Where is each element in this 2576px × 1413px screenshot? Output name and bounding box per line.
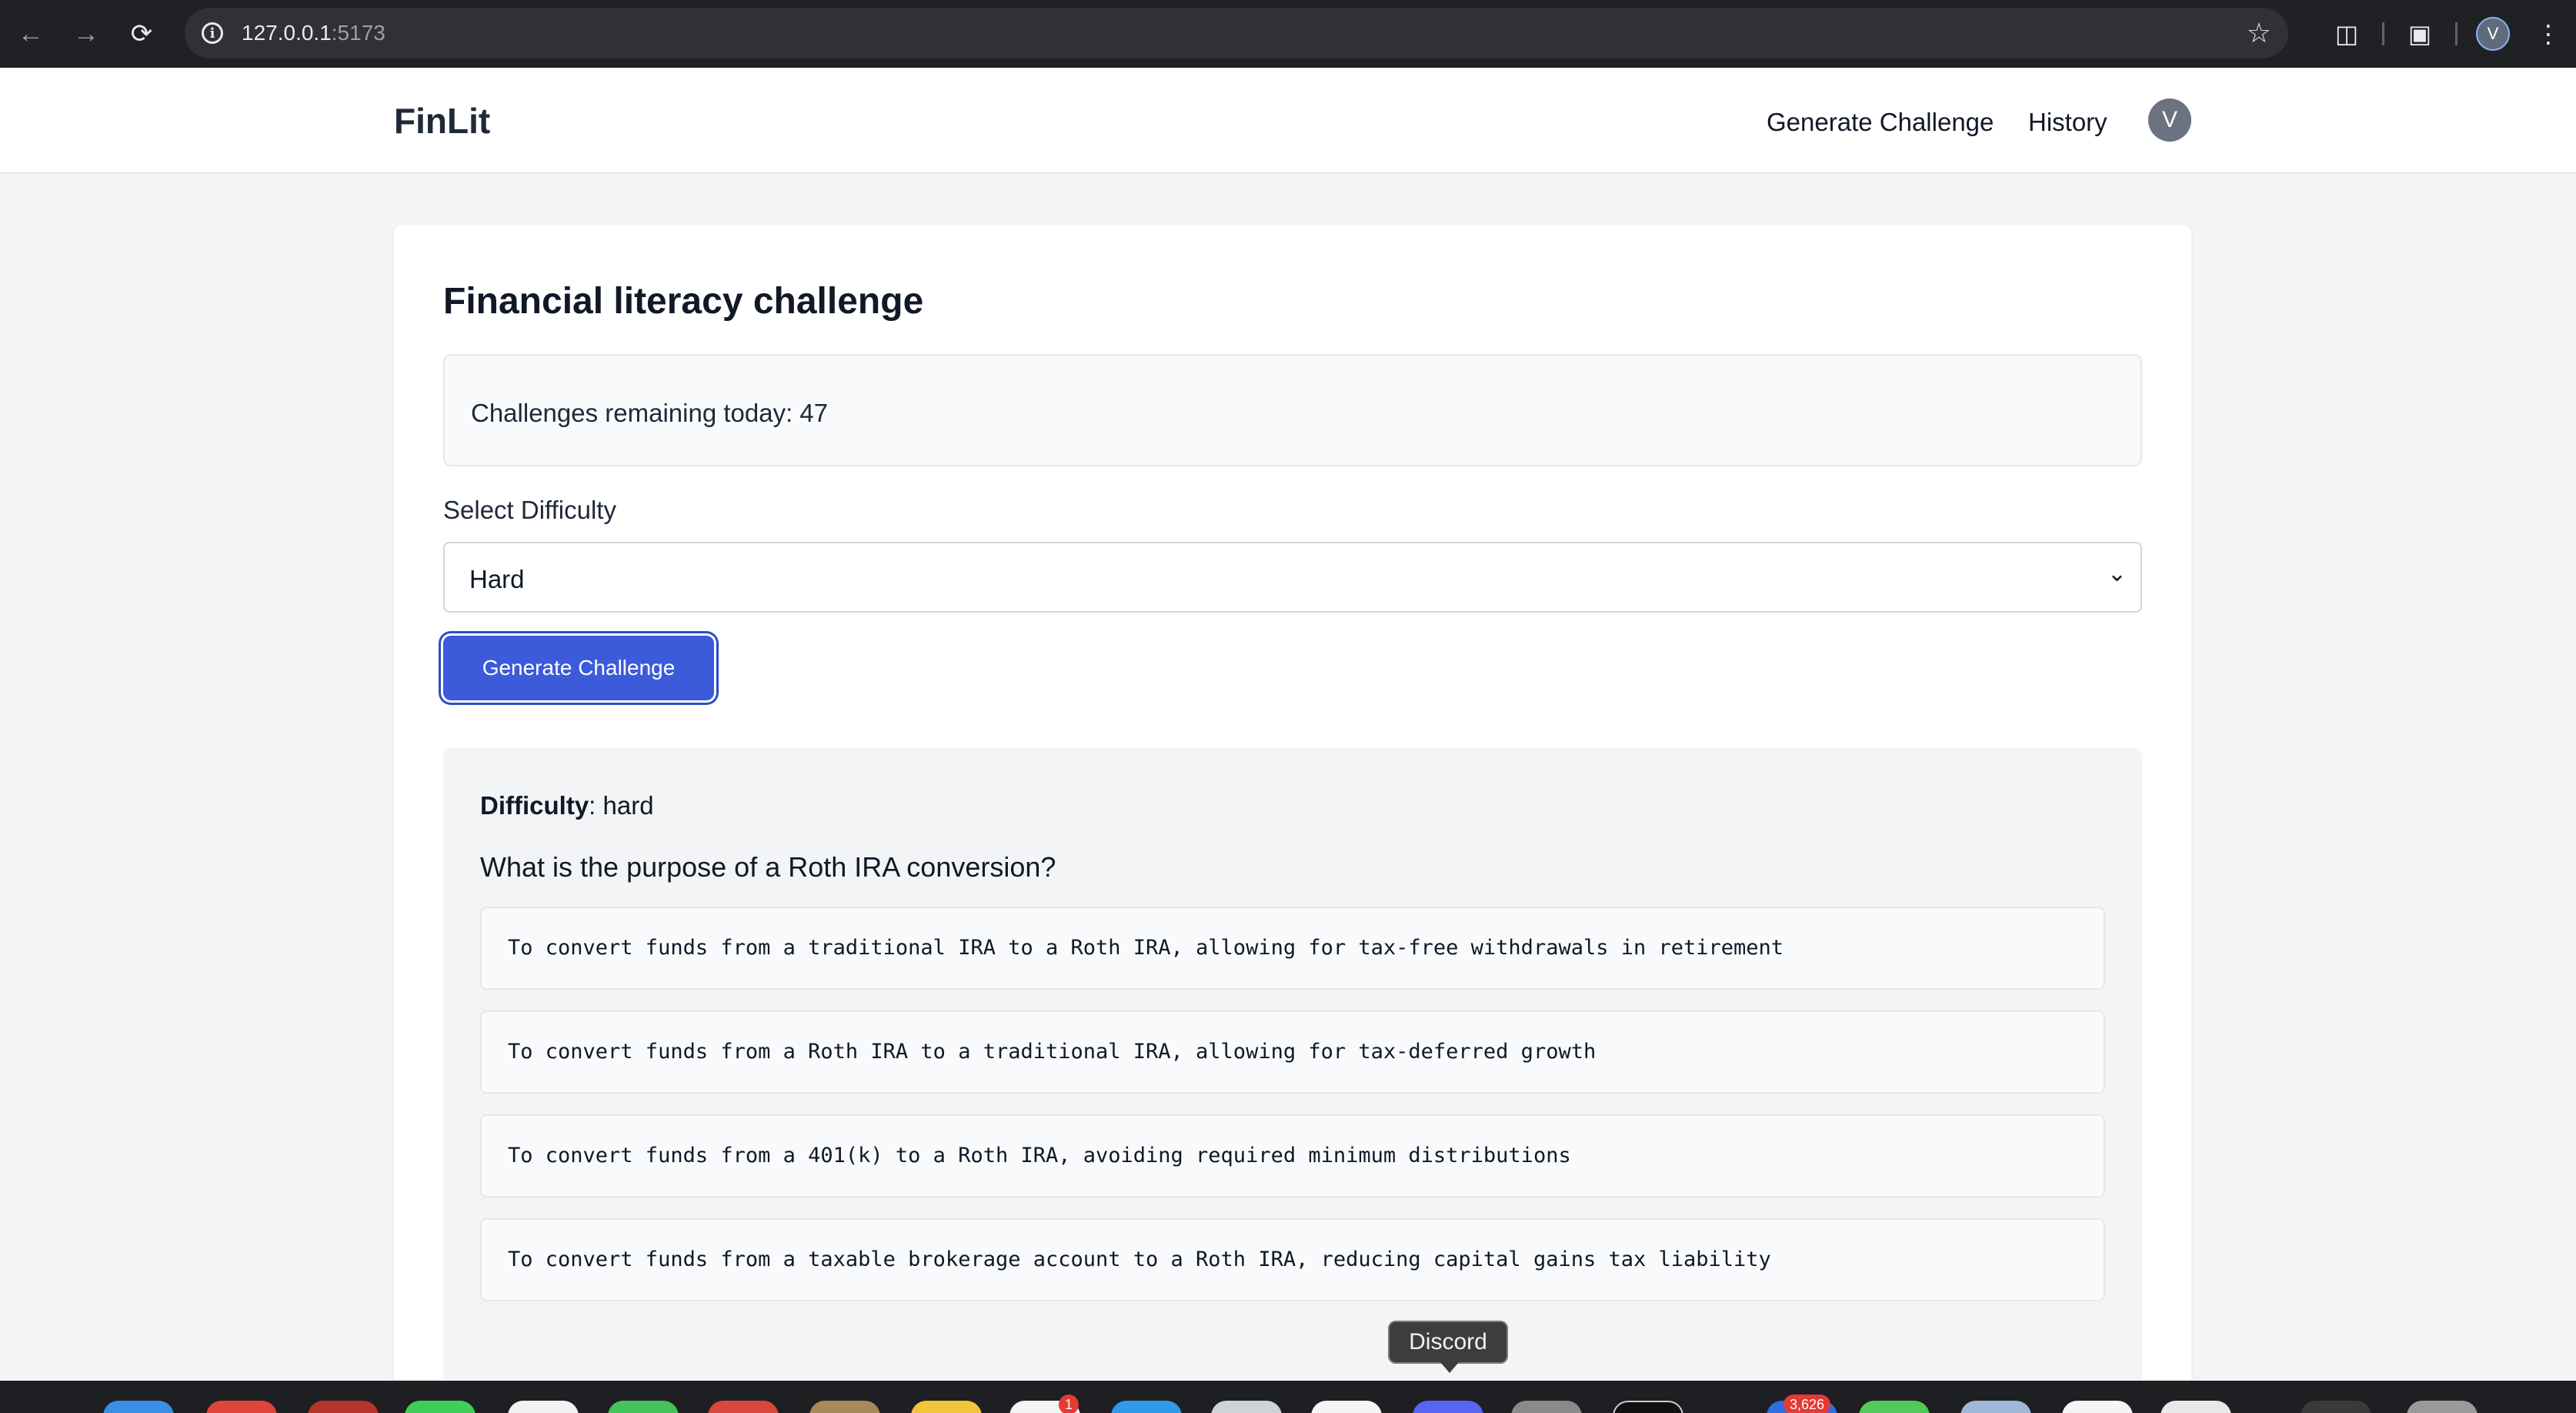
app-icon[interactable] — [508, 1401, 579, 1413]
brand-logo[interactable]: FinLit — [394, 100, 490, 142]
app-icon[interactable] — [1511, 1401, 1582, 1413]
chevron-down-icon: ⌄ — [2107, 561, 2127, 586]
notification-badge: 3,626 — [1784, 1395, 1831, 1413]
app-icon[interactable] — [1311, 1401, 1382, 1413]
extensions-icon[interactable]: ◫ — [2319, 19, 2374, 48]
address-bar[interactable]: i 127.0.0.1:5173 ☆ — [185, 8, 2288, 58]
answer-option-text: To convert funds from a 401(k) to a Roth… — [508, 1144, 1571, 1167]
difficulty-value: : hard — [589, 791, 654, 820]
difficulty-selected-value: Hard — [469, 565, 525, 593]
app-icon[interactable] — [308, 1401, 379, 1413]
challenge-difficulty: Difficulty: hard — [480, 791, 654, 820]
challenge-card: Financial literacy challenge Challenges … — [394, 225, 2191, 1395]
generate-challenge-button[interactable]: Generate Challenge — [443, 636, 714, 700]
more-menu-icon[interactable]: ⋮ — [2521, 19, 2576, 48]
browser-toolbar: ← → ⟳ i 127.0.0.1:5173 ☆ ◫ ▣ V ⋮ — [0, 0, 2576, 68]
app-icon[interactable] — [608, 1401, 679, 1413]
answer-option[interactable]: To convert funds from a 401(k) to a Roth… — [480, 1114, 2105, 1198]
user-avatar[interactable]: V — [2148, 99, 2191, 142]
dock: 1 3,626 — [0, 1381, 2576, 1413]
forward-icon[interactable]: → — [62, 9, 111, 58]
bookmark-star-icon[interactable]: ☆ — [2247, 17, 2271, 49]
difficulty-select[interactable]: Hard ⌄ — [443, 542, 2142, 613]
quota-text: Challenges remaining today: 47 — [471, 399, 829, 427]
challenge-question: What is the purpose of a Roth IRA conver… — [480, 851, 1056, 883]
toolbar-divider — [2382, 22, 2384, 45]
messages-icon[interactable] — [405, 1401, 475, 1413]
toolbar-divider — [2455, 22, 2458, 45]
finder-icon[interactable] — [103, 1401, 174, 1413]
answer-option-text: To convert funds from a Roth IRA to a tr… — [508, 1040, 1597, 1064]
discord-icon[interactable] — [1413, 1401, 1483, 1413]
app-icon[interactable] — [1960, 1401, 2031, 1413]
nav-history[interactable]: History — [2028, 108, 2107, 137]
browser-profile-avatar[interactable]: V — [2476, 17, 2510, 51]
page-title: Financial literacy challenge — [443, 281, 924, 322]
app-icon[interactable] — [2062, 1401, 2133, 1413]
nav-generate-challenge[interactable]: Generate Challenge — [1767, 108, 1994, 137]
app-icon[interactable] — [708, 1401, 779, 1413]
downloads-icon[interactable] — [2301, 1401, 2371, 1413]
app-icon[interactable] — [1111, 1401, 1182, 1413]
url-text[interactable]: 127.0.0.1:5173 — [242, 21, 385, 45]
app-icon[interactable] — [206, 1401, 277, 1413]
difficulty-label: Select Difficulty — [443, 496, 616, 524]
answer-option-text: To convert funds from a taxable brokerag… — [508, 1248, 1771, 1271]
quota-panel: Challenges remaining today: 47 — [443, 354, 2142, 466]
app-icon[interactable] — [1859, 1401, 1930, 1413]
answer-option-text: To convert funds from a traditional IRA … — [508, 936, 1784, 960]
site-info-icon[interactable]: i — [202, 22, 223, 44]
notes-icon[interactable] — [911, 1401, 982, 1413]
reload-icon[interactable]: ⟳ — [117, 9, 166, 58]
difficulty-key: Difficulty — [480, 791, 589, 820]
terminal-icon[interactable] — [1613, 1401, 1683, 1413]
app-header: FinLit Generate Challenge History V — [0, 68, 2576, 174]
answer-option[interactable]: To convert funds from a traditional IRA … — [480, 907, 2105, 990]
back-icon[interactable]: ← — [6, 9, 55, 58]
answer-option[interactable]: To convert funds from a Roth IRA to a tr… — [480, 1010, 2105, 1094]
trash-icon[interactable] — [2407, 1401, 2478, 1413]
dock-tooltip: Discord — [1388, 1321, 1508, 1373]
challenge-panel: Difficulty: hard What is the purpose of … — [443, 748, 2142, 1395]
notification-badge: 1 — [1059, 1395, 1079, 1413]
app-icon[interactable] — [809, 1401, 880, 1413]
answer-option[interactable]: To convert funds from a taxable brokerag… — [480, 1218, 2105, 1301]
app-icon[interactable] — [2161, 1401, 2231, 1413]
app-icon[interactable] — [1211, 1401, 1282, 1413]
cast-search-icon[interactable]: ▣ — [2392, 19, 2448, 48]
